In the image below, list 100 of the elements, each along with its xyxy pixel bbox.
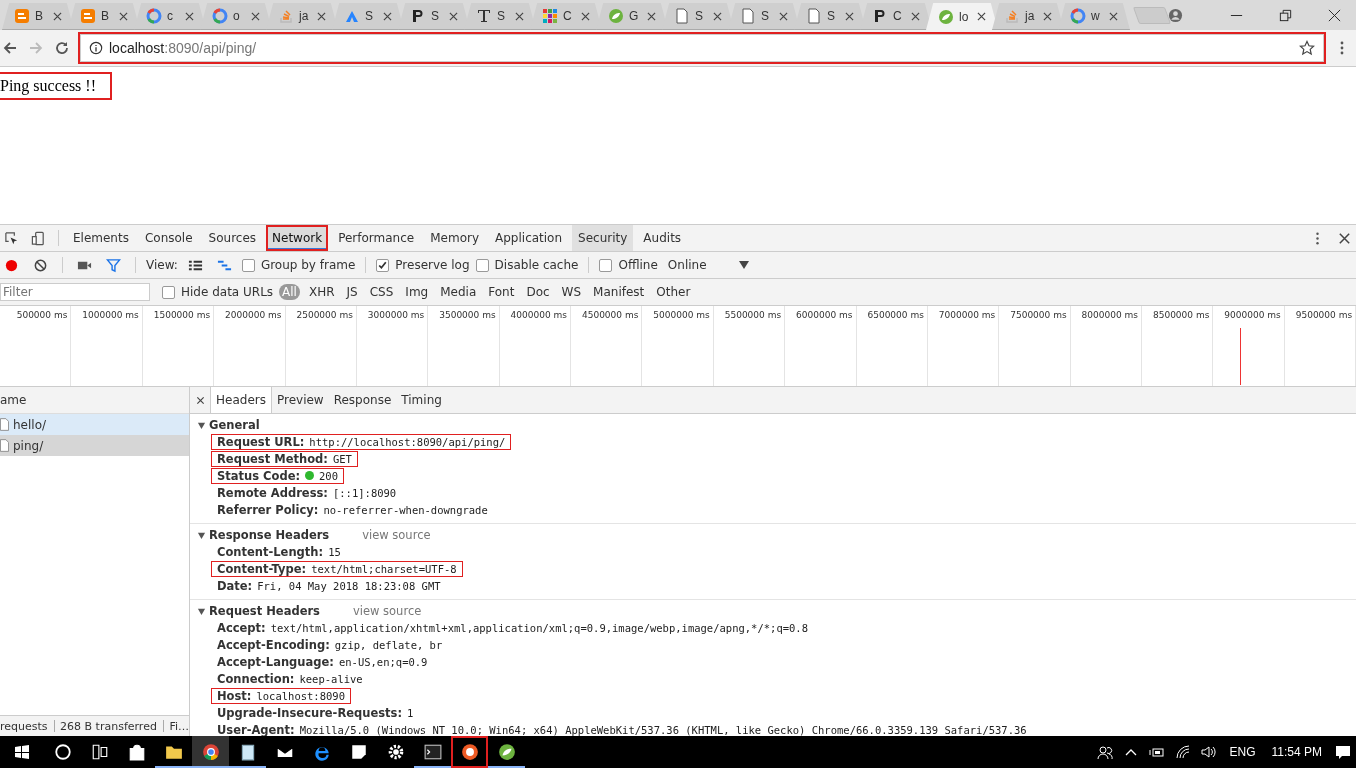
url-host: localhost [109, 40, 165, 56]
close-icon[interactable] [1109, 11, 1118, 21]
close-icon[interactable] [713, 11, 722, 21]
address-field[interactable]: localhost:8090/api/ping/ [80, 34, 1324, 62]
checkbox[interactable] [475, 258, 489, 272]
type-filter[interactable]: Font [485, 284, 518, 300]
browser-icon[interactable] [192, 736, 229, 768]
leaf-icon [938, 8, 954, 25]
info-icon[interactable] [89, 41, 103, 55]
header-value: localhost:8090 [256, 689, 345, 702]
app-icon[interactable] [451, 736, 488, 768]
close-icon[interactable] [581, 11, 590, 21]
devtools-tab[interactable]: Audits [637, 225, 688, 251]
stack-icon [1004, 8, 1020, 24]
google-icon [212, 8, 228, 24]
header-name: Referrer Policy: [217, 502, 319, 517]
view-source-link[interactable]: view source [352, 604, 422, 618]
volume-icon[interactable] [1200, 744, 1217, 760]
header-value: Mozilla/5.0 (Windows NT 10.0; Win64; x64) AppleWebKit/537.36 (KHTML, like Gecko) Chrome/66.0.3359.139 Safari/537.36 [299, 723, 1027, 736]
close-icon[interactable] [185, 11, 194, 21]
section-title[interactable]: General [209, 418, 260, 432]
start-icon[interactable] [14, 744, 30, 760]
tick-label: 7500000 ms [1010, 310, 1067, 322]
header-name: Status Code: [217, 468, 301, 483]
section-title[interactable]: Request Headers [209, 604, 320, 618]
wifi-icon[interactable] [1174, 744, 1191, 760]
detail-tab[interactable]: Timing [396, 387, 447, 413]
filter-icon[interactable] [106, 257, 121, 273]
notification-icon[interactable] [1335, 744, 1351, 760]
tick-label: 2500000 ms [296, 310, 353, 322]
people-icon[interactable] [1096, 744, 1113, 760]
throttle-dropdown[interactable]: Online [663, 258, 711, 272]
close-icon[interactable] [845, 11, 854, 21]
request-row[interactable]: hello/ [0, 414, 189, 435]
checkbox[interactable] [162, 285, 175, 299]
type-filter[interactable]: Other [653, 284, 694, 300]
devtools-tab[interactable]: Sources [202, 225, 263, 251]
type-filter[interactable]: CSS [366, 284, 397, 300]
new-tab-button[interactable] [1132, 7, 1172, 24]
device-icon[interactable] [31, 230, 46, 246]
close-icon[interactable] [317, 11, 326, 21]
devtools-tab[interactable]: Network [266, 225, 329, 251]
browser-tab[interactable]: w [1058, 3, 1130, 30]
inspect-icon[interactable] [4, 230, 19, 246]
close-icon[interactable] [1043, 11, 1052, 21]
section-title[interactable]: Response Headers [209, 528, 330, 542]
devtools-tab[interactable]: Application [489, 225, 569, 251]
checkbox[interactable] [599, 258, 613, 272]
star-icon[interactable] [1299, 40, 1315, 56]
caret-icon[interactable] [738, 261, 749, 269]
detail-tab[interactable]: Headers [210, 387, 272, 413]
checkbox[interactable] [376, 258, 390, 272]
close-icon[interactable] [911, 11, 920, 21]
close-icon[interactable] [119, 11, 128, 21]
clear-icon[interactable] [33, 257, 48, 273]
checkbox[interactable] [241, 258, 255, 272]
devtools-tab[interactable]: Security [572, 225, 634, 251]
close-icon[interactable] [53, 11, 62, 21]
close-icon[interactable] [1337, 230, 1352, 246]
language-indicator[interactable]: ENG [1229, 745, 1256, 759]
type-filter[interactable]: Media [437, 284, 480, 300]
header-name: Content-Length: [217, 544, 324, 559]
close-icon[interactable] [195, 395, 205, 405]
header-value: GET [332, 452, 352, 465]
request-name: ping/ [13, 438, 44, 453]
close-icon[interactable] [779, 11, 788, 21]
type-filter[interactable]: WS [558, 284, 585, 300]
restore-icon[interactable] [1278, 7, 1293, 23]
devtools-tab[interactable]: Console [138, 225, 199, 251]
google-icon [1070, 8, 1086, 24]
reload-icon[interactable] [54, 40, 70, 56]
detail-tab[interactable]: Response [328, 387, 397, 413]
devtools-tab[interactable]: Performance [332, 225, 421, 251]
close-icon[interactable] [1327, 7, 1342, 23]
back-icon[interactable] [2, 40, 18, 56]
expand-icon[interactable] [197, 420, 206, 430]
profile-icon[interactable] [1168, 7, 1183, 23]
view-source-link[interactable]: view source [362, 528, 431, 542]
close-icon[interactable] [251, 11, 260, 21]
expand-icon[interactable] [197, 530, 206, 540]
filter-field[interactable]: Filter [0, 283, 150, 301]
close-icon[interactable] [449, 11, 458, 21]
expand-icon[interactable] [197, 606, 206, 616]
devtools-tab[interactable]: Elements [67, 225, 135, 251]
type-filter[interactable]: Img [402, 284, 432, 300]
detail-tab[interactable]: Preview [271, 387, 329, 413]
type-filter[interactable]: Doc [523, 284, 553, 300]
request-row[interactable]: ping/ [0, 435, 189, 456]
type-filter[interactable]: Manifest [590, 284, 648, 300]
header-value: keep-alive [299, 672, 363, 685]
close-icon[interactable] [383, 11, 392, 21]
type-filter[interactable]: JS [343, 284, 361, 300]
type-filter[interactable]: XHR [305, 284, 338, 300]
close-icon[interactable] [515, 11, 524, 21]
clock[interactable]: 11:54 PM [1271, 745, 1322, 759]
devtools-tab[interactable]: Memory [424, 225, 485, 251]
close-icon[interactable] [977, 12, 986, 21]
header-name: Accept-Encoding: [217, 637, 330, 652]
record-icon[interactable] [4, 257, 19, 273]
close-icon[interactable] [647, 11, 656, 21]
